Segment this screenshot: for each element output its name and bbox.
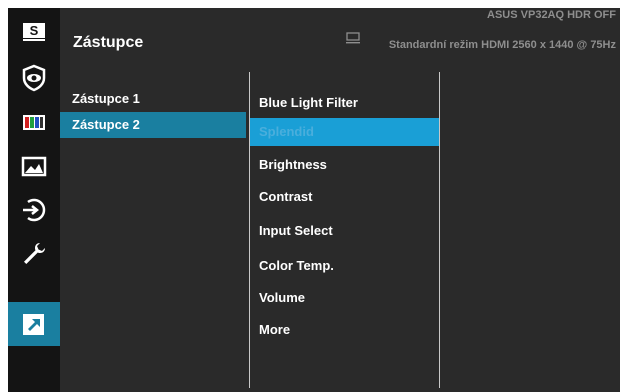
option-blue-light-filter[interactable]: Blue Light Filter (250, 89, 439, 117)
option-more[interactable]: More (250, 316, 439, 344)
sidebar: S (8, 8, 60, 392)
header: Zástupce ASUS VP32AQ HDR OFF Standardní … (60, 8, 620, 62)
option-input-select[interactable]: Input Select (250, 217, 439, 245)
osd-menu: S Zástupce ASUS VP32AQ HDR OFF Standardn… (8, 8, 620, 392)
wrench-icon (24, 243, 45, 264)
sidebar-item-shortcut[interactable] (8, 302, 60, 346)
submenu-item-shortcut-2[interactable]: Zástupce 2 (60, 112, 246, 138)
sidebar-item-image[interactable] (8, 144, 60, 188)
sidebar-item-input[interactable] (8, 188, 60, 232)
column-divider-right (439, 72, 440, 388)
sidebar-item-system[interactable] (8, 232, 60, 276)
monitor-icon (346, 32, 360, 44)
color-bars-icon (23, 115, 45, 130)
eye-care-icon (22, 64, 46, 92)
splendid-s-icon: S (23, 23, 45, 41)
page-title: Zástupce (73, 34, 144, 51)
option-color-temp[interactable]: Color Temp. (250, 252, 439, 280)
option-brightness[interactable]: Brightness (250, 151, 439, 179)
option-splendid[interactable]: Splendid (250, 118, 439, 146)
svg-text:S: S (30, 23, 39, 38)
status-line: Standardní režim HDMI 2560 x 1440 @ 75Hz (388, 39, 616, 51)
image-icon (21, 156, 47, 177)
shortcut-arrow-icon (23, 314, 44, 335)
option-volume[interactable]: Volume (250, 284, 439, 312)
sidebar-item-splendid[interactable]: S (8, 10, 60, 54)
submenu-item-shortcut-1[interactable]: Zástupce 1 (60, 86, 246, 112)
sidebar-item-eye-care[interactable] (8, 56, 60, 100)
input-select-icon (23, 198, 46, 222)
option-contrast[interactable]: Contrast (250, 183, 439, 211)
model-info: ASUS VP32AQ HDR OFF (487, 9, 616, 21)
sidebar-item-color[interactable] (8, 100, 60, 144)
content-area: Zástupce 1 Zástupce 2 Blue Light Filter … (60, 64, 620, 392)
